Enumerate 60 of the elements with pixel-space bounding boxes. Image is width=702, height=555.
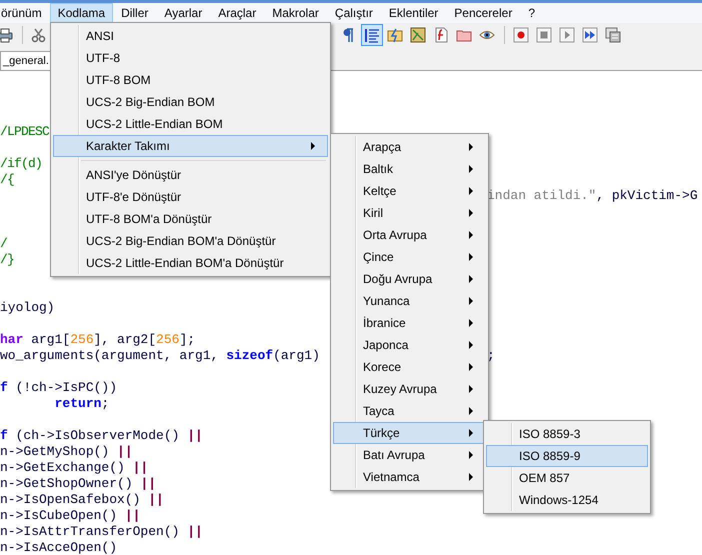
menu-item[interactable]: UTF-8 BOM'a Dönüştür (53, 208, 328, 230)
menu-bar-item[interactable]: ? (520, 2, 543, 24)
menu-item[interactable]: UTF-8 BOM (53, 69, 328, 91)
code-line: n->GetMyShop() || (0, 444, 133, 460)
menu-bar-item[interactable]: örünüm (0, 2, 50, 24)
code-line: n->IsAttrTransferOpen() || (0, 524, 203, 540)
menu-item[interactable]: Çince (333, 246, 486, 268)
menu-item[interactable]: UCS-2 Little-Endian BOM'a Dönüştür (53, 252, 328, 274)
menu-item[interactable]: Kiril (333, 202, 486, 224)
menu-item[interactable]: Baltık (333, 158, 486, 180)
code-line: har arg1[256], arg2[256]; (0, 332, 196, 348)
menu-bar-item[interactable]: Kodlama (50, 2, 114, 24)
menu-item[interactable]: UCS-2 Big-Endian BOM'a Dönüştür (53, 230, 328, 252)
code-line: n->IsCubeOpen() || (0, 508, 140, 524)
menu-item[interactable]: Windows-1254 (486, 489, 648, 511)
menu-item[interactable]: UCS-2 Little-Endian BOM (53, 113, 328, 135)
menu-bar-item[interactable]: Makrolar (264, 2, 327, 24)
code-line: ; (487, 348, 495, 364)
code-line: / (0, 236, 8, 252)
menu-item[interactable]: Arapça (333, 136, 486, 158)
menu-item[interactable]: Türkçe (333, 422, 486, 444)
wrap-lines-icon[interactable] (361, 24, 383, 46)
menu-item[interactable]: OEM 857 (486, 467, 648, 489)
menu-item[interactable]: Japonca (333, 334, 486, 356)
menu-item[interactable]: Korece (333, 356, 486, 378)
code-line: /LPDESC (0, 124, 50, 140)
code-line: n->GetExchange() || (0, 460, 148, 476)
menu-item[interactable]: Karakter Takımı (53, 135, 328, 157)
code-line: /if(d) (0, 156, 42, 172)
menu-item[interactable]: Keltçe (333, 180, 486, 202)
code-line: /{ (0, 172, 14, 188)
menu-item[interactable]: Vietnamca (333, 466, 486, 488)
code-line: f (!ch->IsPC()) (0, 380, 118, 396)
menu-item[interactable]: UTF-8'e Dönüştür (53, 186, 328, 208)
menu-item[interactable]: Orta Avrupa (333, 224, 486, 246)
code-line: n->IsOpenSafebox() || (0, 492, 164, 508)
code-line: return; (54, 396, 110, 412)
menu-item[interactable]: Doğu Avrupa (333, 268, 486, 290)
menu-bar-item[interactable]: Çalıştır (326, 2, 381, 24)
menu-bar-item[interactable]: Araçlar (210, 2, 264, 24)
menu-item[interactable]: İbranice (333, 312, 486, 334)
menu-item[interactable]: Tayca (333, 400, 486, 422)
menu-item[interactable]: ISO 8859-3 (486, 423, 648, 445)
menu-item[interactable]: UTF-8 (53, 47, 328, 69)
menu-bar-item[interactable]: Diller (113, 2, 156, 24)
menu-bar-item[interactable]: Eklentiler (380, 2, 446, 24)
code-line: n->GetShopOwner() || (0, 476, 156, 492)
menu-item[interactable]: Kuzey Avrupa (333, 378, 486, 400)
code-line: iyolog) (0, 300, 55, 316)
menu-bar-item[interactable]: Pencereler (446, 2, 520, 24)
code-line: f (ch->IsObserverMode() || (0, 428, 203, 444)
menu-item[interactable]: UCS-2 Big-Endian BOM (53, 91, 328, 113)
menu-item[interactable]: ANSI'ye Dönüştür (53, 164, 328, 186)
code-line: n->IsAcceOpen() (0, 540, 118, 555)
code-line: wo_arguments(argument, arg1, sizeof(arg1) (0, 348, 320, 364)
menu-item[interactable]: Yunanca (333, 290, 486, 312)
menu-item[interactable]: Batı Avrupa (333, 444, 486, 466)
menu-item[interactable]: ISO 8859-9 (486, 445, 648, 467)
menu-bar-item[interactable]: Ayarlar (156, 2, 210, 24)
code-line: /} (0, 252, 14, 268)
